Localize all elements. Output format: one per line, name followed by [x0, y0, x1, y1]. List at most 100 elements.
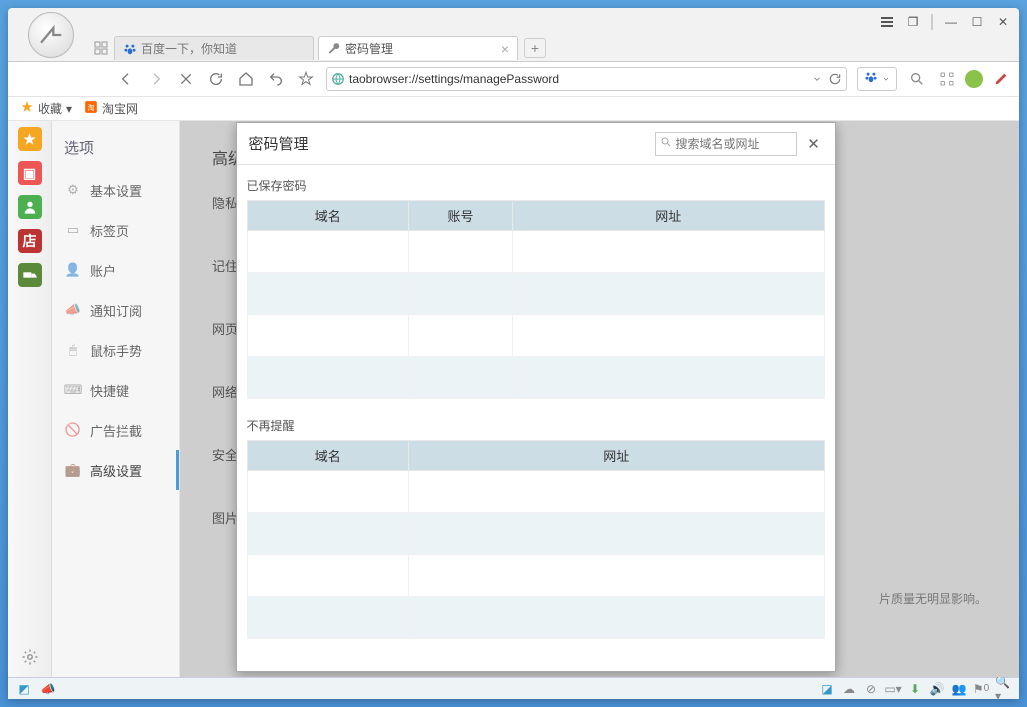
sidebar-item-tabs[interactable]: ▭标签页	[52, 210, 179, 250]
browser-logo[interactable]	[16, 9, 86, 61]
content-area: ★ ▣ 店 选项 ⚙基本设置 ▭标签页 👤账户 📣通知订阅 🖱鼠标手势 ⌨快捷键…	[8, 121, 1019, 677]
tab-close-button[interactable]: ×	[501, 41, 509, 57]
favorite-button[interactable]	[296, 69, 316, 89]
dialog-search-input[interactable]	[676, 137, 792, 151]
chevron-down-icon[interactable]	[810, 72, 824, 86]
bookmarks-bar: 收藏 ▾ 淘 淘宝网	[8, 97, 1019, 121]
sidebar-item-hotkey[interactable]: ⌨快捷键	[52, 370, 179, 410]
dialog-close-button[interactable]: ✕	[805, 135, 823, 153]
wrench-icon	[327, 42, 341, 56]
stop-button[interactable]	[176, 69, 196, 89]
tab-grid-icon[interactable]	[92, 39, 110, 57]
reload-small-icon[interactable]	[828, 72, 842, 86]
badge-count: 0	[984, 683, 990, 694]
table-row[interactable]	[247, 513, 824, 555]
tab-title: 密码管理	[345, 40, 393, 57]
user-icon: 👤	[64, 261, 82, 279]
cloud-icon[interactable]: ☁	[841, 681, 857, 697]
bookmarks-label: 收藏	[38, 100, 62, 117]
col-account: 账号	[409, 201, 513, 231]
strip-user-icon[interactable]	[18, 195, 42, 219]
mouse-icon: 🖱	[64, 341, 82, 359]
saved-passwords-table: 域名 账号 网址	[247, 200, 825, 399]
settings-sidebar: 选项 ⚙基本设置 ▭标签页 👤账户 📣通知订阅 🖱鼠标手势 ⌨快捷键 🚫广告拦截…	[52, 121, 180, 677]
sidebar-item-label: 通知订阅	[90, 301, 142, 320]
table-row[interactable]	[247, 273, 824, 315]
sidebar-item-basic[interactable]: ⚙ 基本设置	[52, 170, 179, 210]
window-mode-icon[interactable]: ▭▾	[885, 681, 901, 697]
flag-icon[interactable]: ⚑0	[973, 681, 989, 697]
search-button[interactable]	[907, 69, 927, 89]
tab-bar: 百度一下，你知道 密码管理 × +	[8, 35, 1019, 61]
table-header-row: 域名 网址	[247, 441, 824, 471]
chevron-down-icon: ▾	[66, 102, 72, 116]
strip-gear-icon[interactable]	[18, 645, 42, 669]
table-row[interactable]	[247, 357, 824, 399]
dialog-search[interactable]	[655, 132, 797, 156]
close-window-button[interactable]: ✕	[991, 13, 1015, 31]
new-tab-button[interactable]: +	[524, 38, 546, 58]
chevron-down-icon	[882, 70, 890, 88]
bookmark-taobao[interactable]: 淘 淘宝网	[84, 100, 138, 117]
gear-icon: ⚙	[64, 181, 82, 199]
undo-button[interactable]	[266, 69, 286, 89]
bookmarks-button[interactable]: 收藏 ▾	[20, 100, 72, 117]
strip-app-icon[interactable]: ▣	[18, 161, 42, 185]
people-icon[interactable]: 👥	[951, 681, 967, 697]
table-row[interactable]	[247, 555, 824, 597]
sidebar-item-label: 基本设置	[90, 181, 142, 200]
home-button[interactable]	[236, 69, 256, 89]
block-icon: 🚫	[64, 421, 82, 439]
window-titlebar: ❐ — ☐ ✕	[8, 8, 1019, 35]
sidebar-item-label: 鼠标手势	[90, 341, 142, 360]
menu-button[interactable]	[875, 13, 899, 31]
sidebar-item-notify[interactable]: 📣通知订阅	[52, 290, 179, 330]
sidebar-item-account[interactable]: 👤账户	[52, 250, 179, 290]
dialog-overlay: 密码管理 ✕ 已保存密码 域名 账号 网址	[180, 121, 1019, 677]
dialog-title: 密码管理	[249, 133, 309, 154]
sidebar-item-advanced[interactable]: 💼高级设置	[52, 450, 179, 490]
table-row[interactable]	[247, 471, 824, 513]
table-row[interactable]	[247, 315, 824, 357]
hamburger-icon	[881, 17, 893, 27]
strip-shop-icon[interactable]: 店	[18, 229, 42, 253]
globe-icon	[331, 72, 345, 86]
account-icon[interactable]	[965, 70, 983, 88]
search-engine-picker[interactable]	[857, 67, 897, 91]
window-overlap-icon[interactable]: ❐	[901, 13, 925, 31]
brush-icon[interactable]	[991, 69, 1011, 89]
table-row[interactable]	[247, 231, 824, 273]
nolonger-table: 域名 网址	[247, 440, 825, 639]
address-bar[interactable]	[326, 67, 847, 91]
forward-button[interactable]	[146, 69, 166, 89]
table-row[interactable]	[247, 597, 824, 639]
col-url: 网址	[409, 441, 824, 471]
url-input[interactable]	[349, 72, 806, 86]
tab-baidu[interactable]: 百度一下，你知道	[114, 36, 314, 60]
tab-password-manager[interactable]: 密码管理 ×	[318, 36, 518, 60]
tab-title: 百度一下，你知道	[141, 40, 237, 57]
strip-star-icon[interactable]: ★	[18, 127, 42, 151]
browser-small-icon[interactable]: ◩	[16, 681, 32, 697]
zoom-icon[interactable]: 🔍▾	[995, 681, 1011, 697]
divider	[931, 14, 933, 30]
sidebar-item-mouse[interactable]: 🖱 鼠标手势	[52, 330, 179, 370]
strip-truck-icon[interactable]	[18, 263, 42, 287]
sidebar-item-label: 广告拦截	[90, 421, 142, 440]
saved-passwords-label: 已保存密码	[237, 171, 835, 200]
back-button[interactable]	[116, 69, 136, 89]
sound-icon[interactable]: 🔊	[929, 681, 945, 697]
block-small-icon[interactable]: ⊘	[863, 681, 879, 697]
sidebar-item-label: 快捷键	[90, 381, 129, 400]
sidebar-item-adblock[interactable]: 🚫 广告拦截	[52, 410, 179, 450]
download-icon[interactable]: ⬇	[907, 681, 923, 697]
status-bar: ◩ 📣 ◪ ☁ ⊘ ▭▾ ⬇ 🔊 👥 ⚑0 🔍▾	[8, 677, 1019, 699]
qr-icon[interactable]	[937, 69, 957, 89]
shield-icon[interactable]: ◪	[819, 681, 835, 697]
nolonger-label: 不再提醒	[237, 411, 835, 440]
nav-toolbar	[8, 61, 1019, 97]
maximize-button[interactable]: ☐	[965, 13, 989, 31]
reload-button[interactable]	[206, 69, 226, 89]
megaphone-icon[interactable]: 📣	[40, 681, 56, 697]
minimize-button[interactable]: —	[939, 13, 963, 31]
